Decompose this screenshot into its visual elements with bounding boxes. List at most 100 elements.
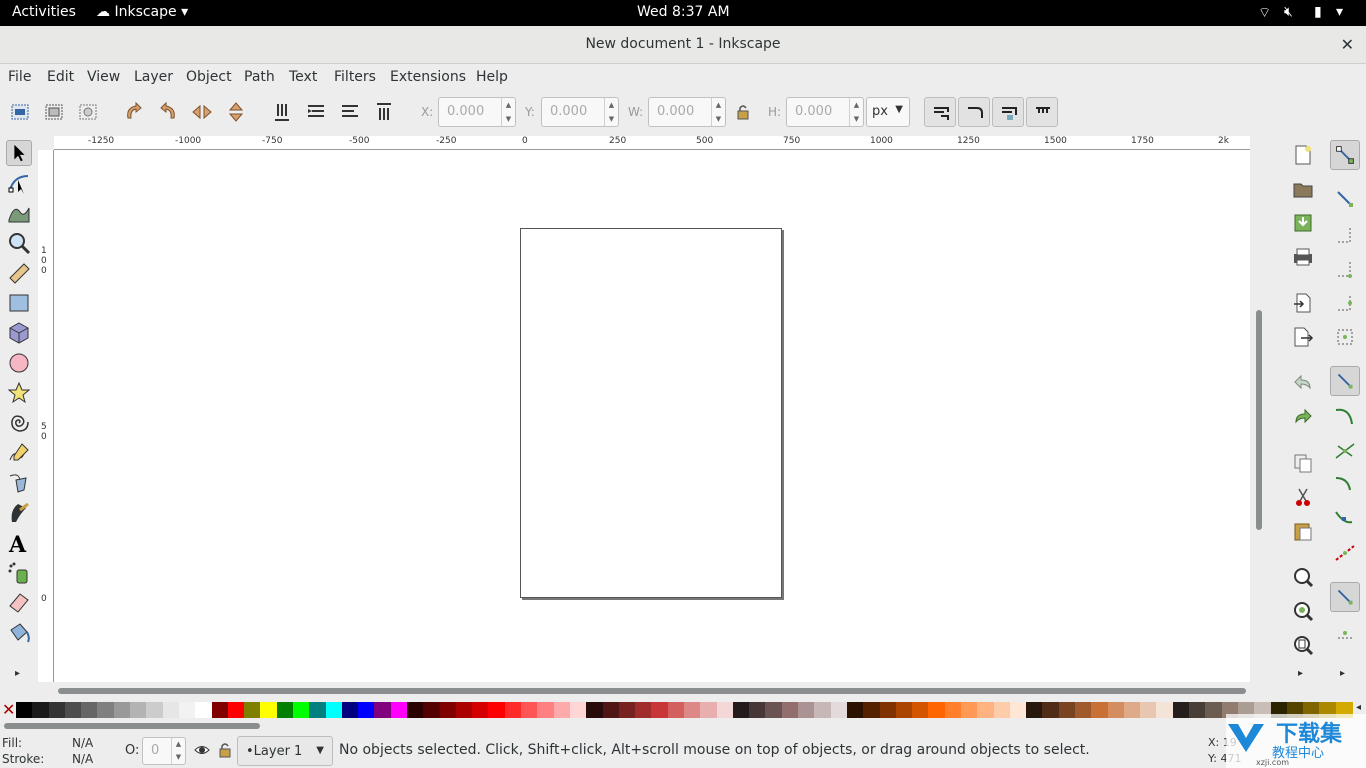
node-tool-icon[interactable] <box>6 170 32 196</box>
color-swatch[interactable] <box>895 702 913 718</box>
color-swatch[interactable] <box>944 702 962 718</box>
eraser-tool-icon[interactable] <box>6 590 32 616</box>
print-icon[interactable] <box>1292 246 1314 268</box>
snap-cusp-nodes-icon[interactable] <box>1330 470 1360 500</box>
vertical-scrollbar[interactable] <box>1250 150 1268 682</box>
color-swatch[interactable] <box>1140 702 1158 718</box>
layer-select[interactable]: •Layer 1 ▼ <box>237 736 333 766</box>
color-swatch[interactable] <box>113 702 131 718</box>
vertical-scroll-thumb[interactable] <box>1256 310 1262 530</box>
color-swatch[interactable] <box>1075 702 1093 718</box>
tweak-tool-icon[interactable] <box>6 200 32 226</box>
x-position-field[interactable]: 0.000 ▲ ▼ <box>438 97 516 127</box>
fill-value[interactable]: N/A <box>72 736 93 750</box>
ellipse-tool-icon[interactable] <box>6 350 32 376</box>
color-swatch[interactable] <box>276 702 294 718</box>
color-swatch[interactable] <box>1091 702 1109 718</box>
snap-midpoints-icon[interactable] <box>1330 538 1360 568</box>
color-swatch[interactable] <box>651 702 669 718</box>
layer-lock-icon[interactable] <box>218 742 232 758</box>
export-icon[interactable] <box>1292 326 1314 348</box>
snap-bbox-centers-icon[interactable] <box>1330 322 1360 352</box>
color-swatch[interactable] <box>16 702 33 718</box>
copy-icon[interactable] <box>1292 452 1314 474</box>
measure-tool-icon[interactable] <box>6 260 32 286</box>
system-menu-arrow-icon[interactable]: ▾ <box>1336 4 1343 20</box>
zoom-selection-icon[interactable] <box>1292 566 1314 588</box>
move-patterns-toggle[interactable] <box>1026 97 1058 127</box>
color-swatch[interactable] <box>211 702 229 718</box>
zoom-page-icon[interactable] <box>1292 634 1314 656</box>
color-swatch[interactable] <box>341 702 359 718</box>
palette-scrollbar[interactable] <box>0 720 1366 732</box>
unit-select[interactable]: px ▼ <box>866 97 910 127</box>
menu-file[interactable]: File <box>8 69 31 85</box>
color-swatch[interactable] <box>830 702 848 718</box>
menu-filters[interactable]: Filters <box>334 69 376 85</box>
raise-icon[interactable] <box>338 100 362 124</box>
no-paint-swatch[interactable]: ✕ <box>2 700 15 719</box>
color-swatch[interactable] <box>1058 702 1076 718</box>
lower-icon[interactable] <box>304 100 328 124</box>
color-swatch[interactable] <box>732 702 750 718</box>
color-swatch[interactable] <box>195 702 213 718</box>
color-swatch[interactable] <box>227 702 245 718</box>
color-swatch[interactable] <box>178 702 196 718</box>
star-tool-icon[interactable] <box>6 380 32 406</box>
color-swatch[interactable] <box>879 702 897 718</box>
color-swatch[interactable] <box>292 702 310 718</box>
activities-button[interactable]: Activities <box>12 4 76 20</box>
snap-paths-icon[interactable] <box>1330 402 1360 432</box>
flip-vertical-icon[interactable] <box>224 100 248 124</box>
3d-box-tool-icon[interactable] <box>6 320 32 346</box>
color-swatch[interactable] <box>488 702 506 718</box>
snap-intersections-icon[interactable] <box>1330 436 1360 466</box>
snap-bbox-edges-icon[interactable] <box>1330 220 1360 250</box>
color-swatch[interactable] <box>423 702 441 718</box>
wifi-icon[interactable]: ⌔ <box>1258 4 1271 22</box>
color-swatch[interactable] <box>64 702 82 718</box>
color-swatch[interactable] <box>504 702 522 718</box>
snap-smooth-nodes-icon[interactable] <box>1330 504 1360 534</box>
color-swatch[interactable] <box>602 702 620 718</box>
horizontal-scrollbar[interactable] <box>54 684 1250 698</box>
color-swatch[interactable] <box>472 702 490 718</box>
color-swatch[interactable] <box>667 702 685 718</box>
color-swatch[interactable] <box>749 702 767 718</box>
rectangle-tool-icon[interactable] <box>6 290 32 316</box>
color-swatch[interactable] <box>374 702 392 718</box>
snap-others-icon[interactable] <box>1330 582 1360 612</box>
zoom-tool-icon[interactable] <box>6 230 32 256</box>
color-swatch[interactable] <box>244 702 262 718</box>
deselect-icon[interactable] <box>76 100 100 124</box>
raise-to-top-icon[interactable] <box>372 100 396 124</box>
volume-muted-icon[interactable]: 🔇︎ <box>1284 4 1293 20</box>
color-swatch[interactable] <box>1205 702 1223 718</box>
color-swatch[interactable] <box>569 702 587 718</box>
document-page[interactable] <box>520 228 782 598</box>
menu-path[interactable]: Path <box>244 69 275 85</box>
text-tool-icon[interactable]: A <box>6 530 32 556</box>
palette-scroll-thumb[interactable] <box>4 723 260 729</box>
snap-bbox-midpoints-icon[interactable] <box>1330 288 1360 318</box>
menu-help[interactable]: Help <box>476 69 508 85</box>
color-swatch[interactable] <box>97 702 115 718</box>
color-swatch[interactable] <box>1042 702 1060 718</box>
color-swatch[interactable] <box>586 702 604 718</box>
eye-visibility-icon[interactable] <box>194 742 210 758</box>
color-swatch[interactable] <box>390 702 408 718</box>
color-swatch[interactable] <box>700 702 718 718</box>
width-field[interactable]: 0.000 ▲ ▼ <box>648 97 726 127</box>
menu-object[interactable]: Object <box>186 69 232 85</box>
color-swatch[interactable] <box>407 702 425 718</box>
color-swatch[interactable] <box>162 702 180 718</box>
menu-extensions[interactable]: Extensions <box>390 69 466 85</box>
snap-toggle-icon[interactable] <box>1330 140 1360 170</box>
color-swatch[interactable] <box>81 702 99 718</box>
flip-horizontal-icon[interactable] <box>190 100 214 124</box>
color-swatch[interactable] <box>537 702 555 718</box>
new-document-icon[interactable] <box>1292 144 1314 166</box>
commands-more-icon[interactable]: ▸ <box>1298 668 1303 679</box>
pen-tool-icon[interactable] <box>6 470 32 496</box>
color-swatch[interactable] <box>1123 702 1141 718</box>
